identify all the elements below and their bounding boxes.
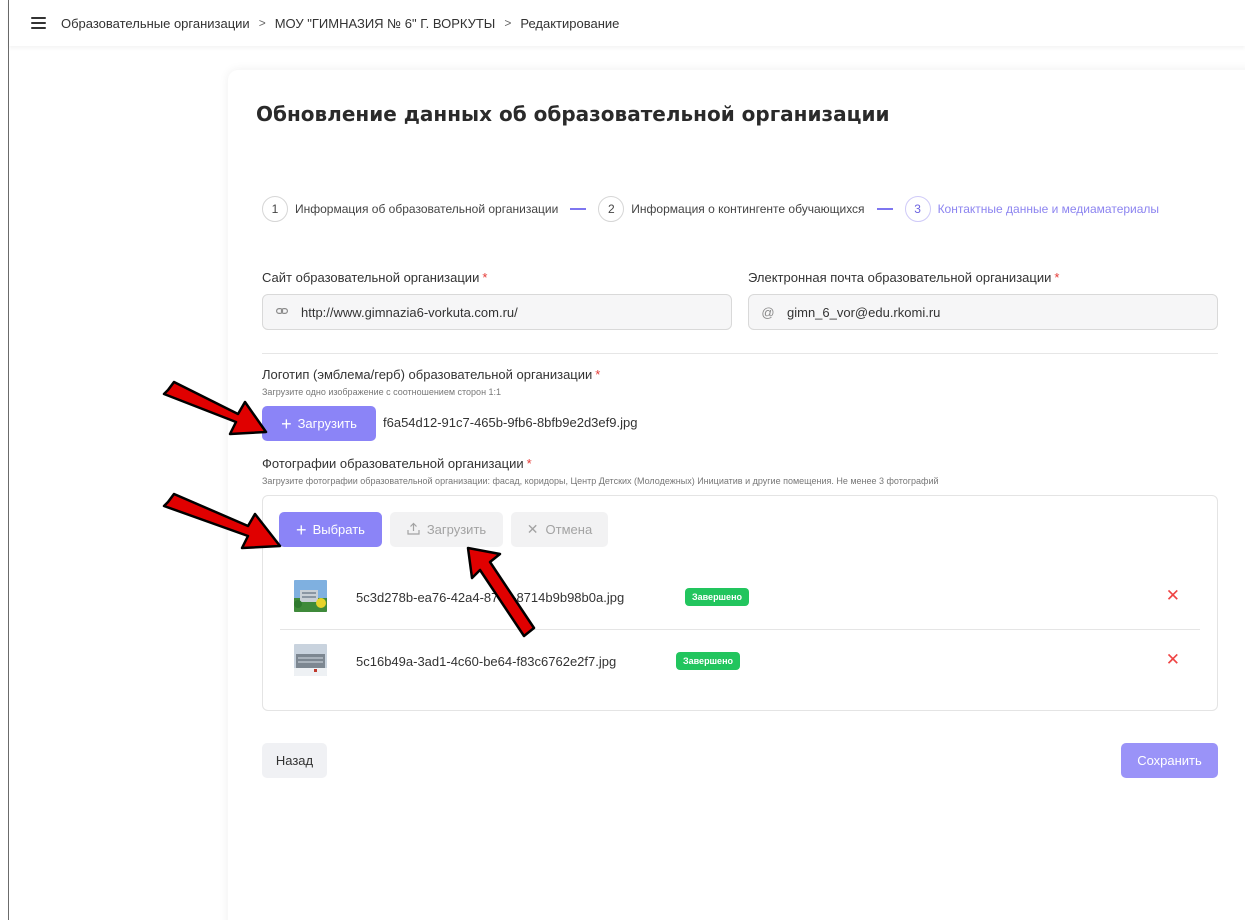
at-icon: @ [761, 304, 775, 320]
photos-hint: Загрузите фотографии образовательной орг… [262, 476, 939, 486]
upload-icon [407, 522, 420, 538]
top-bar: Образовательные организации > МОУ "ГИМНА… [9, 0, 1245, 46]
page-title: Обновление данных об образовательной орг… [256, 102, 890, 126]
plus-icon: + [281, 413, 292, 434]
step-connector [876, 208, 893, 210]
file-name: 5c16b49a-3ad1-4c60-be64-f83c6762e2f7.jpg [356, 654, 617, 669]
plus-icon: + [296, 519, 307, 540]
site-input-value: http://www.gimnazia6-vorkuta.com.ru/ [301, 304, 518, 320]
remove-file-icon[interactable]: ✕ [1166, 586, 1180, 606]
breadcrumb-organizations[interactable]: Образовательные организации [61, 16, 250, 31]
required-mark: * [482, 270, 488, 285]
photo-thumbnail [294, 644, 327, 676]
logo-hint: Загрузите одно изображение с соотношение… [262, 387, 502, 397]
email-label-text: Электронная почта образовательной органи… [748, 270, 1052, 285]
section-divider [262, 353, 1218, 354]
status-badge: Завершено [676, 652, 741, 670]
file-row: 5c16b49a-3ad1-4c60-be64-f83c6762e2f7.jpg… [280, 630, 1200, 690]
cancel-button-label: Отмена [545, 522, 593, 537]
choose-button[interactable]: + Выбрать [279, 512, 382, 547]
file-name: 5c3d278b-ea76-42a4-87c7-8714b9b98b0a.jpg [356, 590, 625, 605]
photos-label: Фотографии образовательной организации * [262, 456, 532, 471]
step-label: Информация о контингенте обучающихся [631, 202, 865, 216]
logo-label: Логотип (эмблема/герб) образовательной о… [262, 367, 600, 382]
step-number: 3 [904, 196, 931, 222]
email-input-value: gimn_6_vor@edu.rkomi.ru [787, 304, 941, 320]
logo-label-text: Логотип (эмблема/герб) образовательной о… [262, 367, 593, 382]
photo-thumbnail [294, 580, 327, 612]
logo-upload-button[interactable]: + Загрузить [262, 406, 376, 441]
site-label: Сайт образовательной организации * [262, 270, 487, 285]
window-left-edge [8, 0, 9, 920]
choose-button-label: Выбрать [312, 522, 365, 537]
required-mark: * [1054, 270, 1060, 285]
remove-file-icon[interactable]: ✕ [1166, 650, 1180, 670]
menu-icon[interactable] [31, 17, 46, 29]
save-button[interactable]: Сохранить [1121, 743, 1218, 778]
status-badge: Завершено [685, 588, 750, 606]
email-label: Электронная почта образовательной органи… [748, 270, 1059, 285]
required-mark: * [526, 456, 532, 471]
step-label: Информация об образовательной организаци… [295, 202, 559, 216]
step-number: 1 [262, 196, 288, 222]
step-connector [570, 208, 587, 210]
step-2[interactable]: 2 Информация о контингенте обучающихся [598, 196, 865, 222]
step-label: Контактные данные и медиаматериалы [937, 202, 1160, 216]
link-icon [275, 306, 289, 318]
logo-upload-label: Загрузить [297, 416, 357, 431]
photos-label-text: Фотографии образовательной организации [262, 456, 524, 471]
breadcrumb-separator-icon: > [258, 16, 266, 30]
cancel-button[interactable]: ✕ Отмена [511, 512, 608, 547]
step-3[interactable]: 3 Контактные данные и медиаматериалы [904, 196, 1160, 222]
file-row: 5c3d278b-ea76-42a4-87c7-8714b9b98b0a.jpg… [280, 566, 1200, 626]
site-label-text: Сайт образовательной организации [262, 270, 480, 285]
step-number: 2 [598, 196, 625, 222]
back-button[interactable]: Назад [262, 743, 327, 778]
step-1[interactable]: 1 Информация об образовательной организа… [262, 196, 558, 222]
email-input[interactable]: @ gimn_6_vor@edu.rkomi.ru [748, 294, 1218, 330]
breadcrumb-separator-icon: > [504, 16, 512, 30]
close-icon: ✕ [526, 521, 539, 537]
site-input[interactable]: http://www.gimnazia6-vorkuta.com.ru/ [262, 294, 732, 330]
photos-upload-label: Загрузить [426, 522, 487, 537]
photos-upload-button[interactable]: Загрузить [390, 512, 503, 547]
breadcrumb-school[interactable]: МОУ "ГИМНАЗИЯ № 6" Г. ВОРКУТЫ [275, 16, 496, 31]
logo-filename: f6a54d12-91c7-465b-9fb6-8bfb9e2d3ef9.jpg [383, 415, 638, 430]
required-mark: * [595, 367, 601, 382]
stepper: 1 Информация об образовательной организа… [262, 196, 1159, 222]
breadcrumb-current: Редактирование [520, 15, 620, 31]
